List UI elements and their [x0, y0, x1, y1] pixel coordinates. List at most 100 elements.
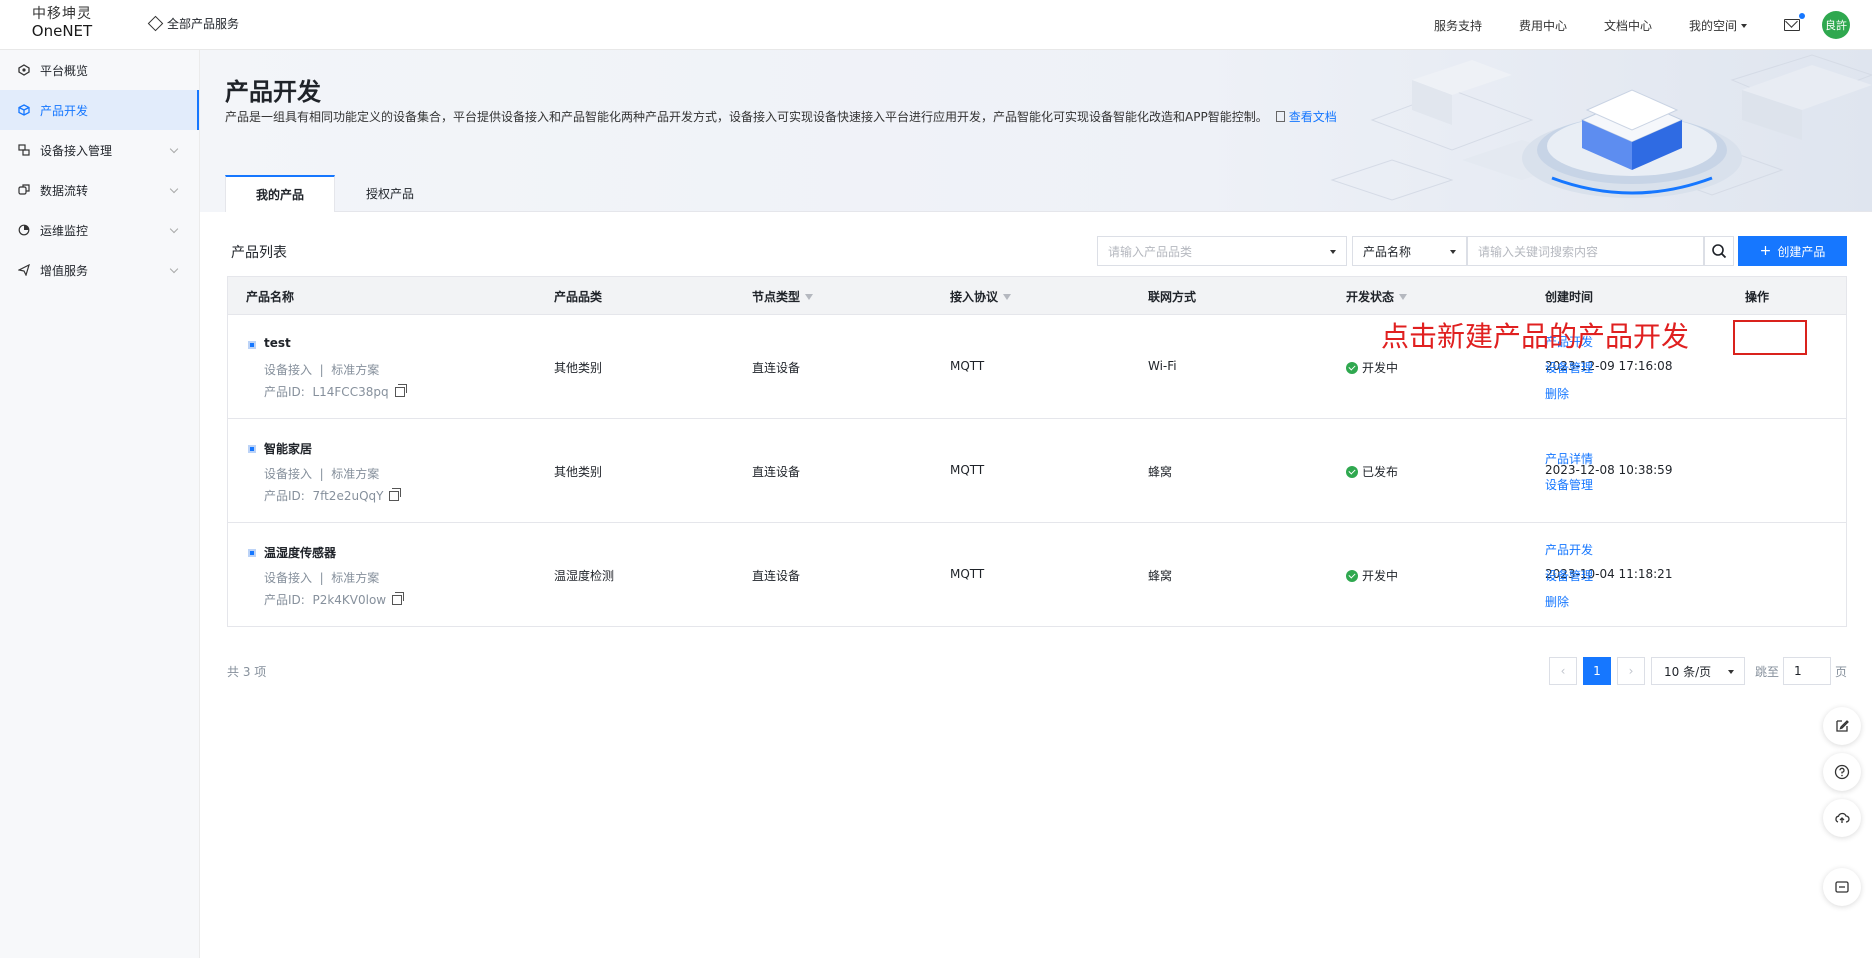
search-input[interactable]: 请输入关键词搜索内容 [1467, 236, 1704, 266]
product-tabs: 我的产品 授权产品 [225, 175, 445, 212]
caret-down-icon [1728, 670, 1734, 674]
cloud-upload-icon [1835, 812, 1850, 823]
chevron-down-icon [169, 264, 179, 274]
product-dev-link[interactable]: 产品开发 [1545, 541, 1593, 558]
help-icon [1834, 764, 1850, 780]
caret-down-icon [1330, 250, 1336, 254]
col-status-label: 开发状态 [1346, 290, 1395, 304]
table-header: 产品名称 产品品类 节点类型 接入协议 联网方式 开发状态 创建时间 操作 [228, 277, 1846, 314]
check-circle-icon [1346, 361, 1358, 374]
highlight-box [1733, 320, 1807, 355]
search-button[interactable] [1704, 236, 1734, 266]
product-icon [248, 341, 256, 349]
sidebar-item-label: 设备接入管理 [40, 143, 113, 158]
copy-icon[interactable] [392, 592, 405, 605]
delete-link[interactable]: 删除 [1545, 385, 1569, 402]
device-manage-link[interactable]: 设备管理 [1545, 567, 1593, 584]
create-product-button[interactable]: + 创建产品 [1738, 236, 1847, 266]
chevron-down-icon [169, 144, 179, 154]
network: 蜂窝 [1148, 465, 1173, 479]
nav-docs-center[interactable]: 文档中心 [1604, 17, 1652, 34]
help-button[interactable] [1823, 753, 1861, 791]
tab-authorized-products[interactable]: 授权产品 [335, 175, 445, 212]
table-row: 温湿度传感器 设备接入 | 标准方案 产品ID: P2k4KV0low 温湿度检… [228, 522, 1846, 626]
monitor-icon [18, 224, 30, 236]
product-id-text: 产品ID: 7ft2e2uQqY [264, 489, 384, 503]
sidebar-item-value-added[interactable]: 增值服务 [0, 250, 199, 290]
sidebar-item-monitoring[interactable]: 运维监控 [0, 210, 199, 250]
col-status[interactable]: 开发状态 [1346, 288, 1408, 305]
all-products-menu[interactable]: 全部产品服务 [147, 15, 240, 32]
product-meta: 设备接入 | 标准方案 [264, 363, 380, 377]
search-field-select[interactable]: 产品名称 [1352, 236, 1467, 266]
list-title: 产品列表 [231, 245, 287, 261]
nav-billing-center[interactable]: 费用中心 [1519, 17, 1567, 34]
prev-page-button[interactable]: ‹ [1549, 657, 1577, 685]
sidebar-item-overview[interactable]: 平台概览 [0, 50, 199, 90]
nav-my-space[interactable]: 我的空间 [1689, 17, 1747, 34]
page-size-select[interactable]: 10 条/页 [1651, 657, 1745, 685]
create-product-label: 创建产品 [1777, 244, 1826, 259]
status-text: 开发中 [1362, 569, 1399, 583]
network: 蜂窝 [1148, 569, 1173, 583]
node-type: 直连设备 [752, 569, 801, 583]
all-products-label: 全部产品服务 [167, 17, 240, 31]
page-title: 产品开发 [225, 78, 321, 106]
logo-cn-text: 中移坤灵 [32, 6, 92, 22]
product-category: 其他类别 [554, 361, 603, 375]
jump-page-input[interactable]: 1 [1783, 657, 1831, 685]
view-docs-label: 查看文档 [1288, 110, 1337, 124]
banner-illustration [1330, 54, 1872, 201]
device-icon [18, 144, 30, 156]
sidebar-item-device-access[interactable]: 设备接入管理 [0, 130, 199, 170]
status-text: 已发布 [1362, 465, 1399, 479]
product-name[interactable]: 智能家居 [264, 440, 312, 457]
tab-my-products[interactable]: 我的产品 [225, 175, 335, 212]
status-badge: 开发中 [1346, 567, 1398, 584]
page-banner: 产品开发 产品是一组具有相同功能定义的设备集合，平台提供设备接入和产品智能化两种… [200, 50, 1872, 212]
device-manage-link[interactable]: 设备管理 [1545, 476, 1593, 493]
onenet-logo[interactable]: 中移坤灵 OneNET [22, 6, 102, 40]
col-protocol[interactable]: 接入协议 [950, 288, 1012, 305]
copy-icon[interactable] [394, 384, 407, 397]
category-select[interactable]: 请输入产品品类 [1097, 236, 1347, 266]
copy-icon[interactable] [389, 488, 402, 501]
filter-icon[interactable] [1003, 293, 1012, 300]
chevron-down-icon [169, 184, 179, 194]
search-field-select-value: 产品名称 [1363, 244, 1412, 259]
delete-link[interactable]: 删除 [1545, 593, 1569, 610]
product-category: 温湿度检测 [554, 569, 615, 583]
document-icon [1275, 111, 1285, 122]
page-size-value: 10 条/页 [1664, 664, 1712, 679]
search-icon [1712, 244, 1727, 259]
filter-icon[interactable] [1399, 293, 1408, 300]
status-badge: 已发布 [1346, 463, 1398, 480]
cloud-service-button[interactable] [1823, 799, 1861, 837]
category-select-placeholder: 请输入产品品类 [1108, 244, 1193, 259]
node-type: 直连设备 [752, 361, 801, 375]
page-1-button[interactable]: 1 [1583, 657, 1611, 685]
panel-icon [1835, 881, 1849, 893]
mail-icon[interactable] [1784, 13, 1805, 31]
nav-service-support[interactable]: 服务支持 [1434, 17, 1482, 34]
sidebar-item-product-dev[interactable]: 产品开发 [0, 90, 199, 130]
product-name[interactable]: test [264, 336, 291, 350]
feedback-button[interactable] [1823, 707, 1861, 745]
view-docs-link[interactable]: 查看文档 [1275, 110, 1337, 124]
product-meta: 设备接入 | 标准方案 [264, 571, 380, 585]
sidebar-item-label: 运维监控 [40, 223, 89, 238]
next-page-button[interactable]: › [1617, 657, 1645, 685]
product-detail-link[interactable]: 产品详情 [1545, 450, 1593, 467]
status-badge: 开发中 [1346, 359, 1398, 376]
user-avatar[interactable]: 良許 [1822, 11, 1850, 39]
device-manage-link[interactable]: 设备管理 [1545, 359, 1593, 376]
table-row: 智能家居 设备接入 | 标准方案 产品ID: 7ft2e2uQqY 其他类别 直… [228, 418, 1846, 522]
product-name[interactable]: 温湿度传感器 [264, 544, 336, 561]
sidebar-item-data-flow[interactable]: 数据流转 [0, 170, 199, 210]
filter-icon[interactable] [805, 293, 814, 300]
diamond-icon [147, 15, 164, 32]
col-created-time: 创建时间 [1545, 290, 1594, 304]
collapse-panel-button[interactable] [1823, 868, 1861, 906]
plus-icon: + [1759, 243, 1772, 259]
col-node-type[interactable]: 节点类型 [752, 288, 814, 305]
